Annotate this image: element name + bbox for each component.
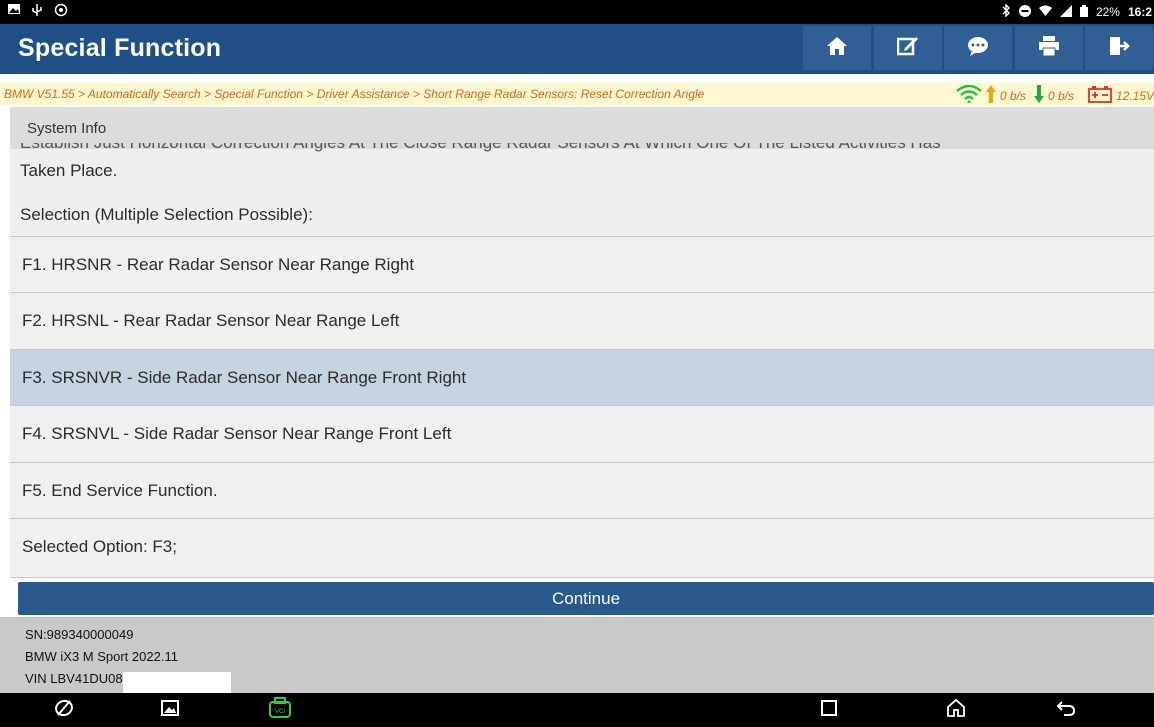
wifi-icon — [1038, 5, 1052, 20]
download-rate: 0 b/s — [1047, 88, 1074, 103]
settings-notification-icon — [54, 3, 68, 20]
back-button[interactable] — [1054, 699, 1078, 721]
gallery-button[interactable] — [158, 699, 182, 721]
car-battery-icon — [1088, 85, 1112, 106]
recents-icon — [821, 699, 837, 721]
upload-rate: 0 b/s — [999, 88, 1026, 103]
selected-option-row: Selected Option: F3; — [10, 518, 1154, 578]
clock: 16:2 — [1127, 5, 1152, 19]
description-truncated: Establish Just Horizontal Correction Ang… — [20, 143, 1140, 152]
selection-hint: Selection (Multiple Selection Possible): — [20, 205, 313, 224]
feedback-icon — [967, 36, 989, 61]
navigation-bar: VCI — [0, 693, 1154, 727]
vehicle-model: BMW iX3 M Sport 2022.11 — [25, 649, 178, 664]
home-nav-button[interactable] — [944, 698, 968, 723]
page-title: Special Function — [18, 34, 222, 62]
option-f2[interactable]: F2. HRSNL - Rear Radar Sensor Near Range… — [10, 292, 1154, 348]
section-label: System Info — [27, 120, 107, 137]
breadcrumb: BMW V51.55 > Automatically Search > Spec… — [0, 83, 1154, 105]
download-arrow-icon — [1033, 85, 1044, 106]
exit-icon — [1108, 36, 1130, 61]
feedback-button[interactable] — [944, 26, 1012, 70]
vehicle-info-footer: SN:989340000049 BMW iX3 M Sport 2022.11 … — [0, 617, 1154, 695]
vci-icon: VCI — [268, 696, 292, 724]
upload-arrow-icon — [985, 85, 996, 106]
battery-icon — [1079, 4, 1088, 20]
bluetooth-icon — [1001, 3, 1011, 20]
home-outline-icon — [946, 698, 966, 723]
selected-option-text: Selected Option: F3; — [22, 537, 177, 556]
home-button[interactable] — [803, 26, 871, 70]
print-icon — [1038, 35, 1060, 61]
serial-number: SN:989340000049 — [25, 627, 134, 642]
assistant-icon — [54, 698, 74, 723]
wifi-signal-icon — [956, 84, 982, 106]
exit-button[interactable] — [1085, 26, 1153, 70]
description-text: Taken Place. — [20, 161, 118, 180]
svg-text:VCI: VCI — [275, 709, 285, 715]
back-icon — [1056, 699, 1076, 722]
option-f3[interactable]: F3. SRSNVR - Side Radar Sensor Near Rang… — [10, 349, 1154, 405]
main-content[interactable]: System Info Establish Just Horizontal Co… — [10, 107, 1154, 578]
connection-stats: 0 b/s 0 b/s 12.15V — [956, 84, 1154, 106]
print-button[interactable] — [1015, 26, 1083, 70]
app-header: Special Function — [0, 24, 1154, 74]
dnd-icon — [1018, 4, 1031, 20]
edit-button[interactable] — [874, 26, 942, 70]
vin-redaction — [123, 672, 231, 693]
signal-icon — [1059, 4, 1072, 20]
status-bar: 22% 16:2 — [0, 0, 1154, 24]
home-icon — [826, 36, 848, 61]
gallery-icon — [161, 699, 179, 721]
battery-voltage: 12.15V — [1115, 88, 1154, 103]
recents-button[interactable] — [817, 699, 841, 721]
continue-button[interactable]: Continue — [18, 582, 1154, 615]
usb-icon — [30, 3, 44, 20]
gallery-notification-icon — [8, 3, 20, 20]
edit-icon — [896, 36, 919, 61]
vci-button[interactable]: VCI — [268, 696, 292, 724]
option-f5[interactable]: F5. End Service Function. — [10, 462, 1154, 518]
option-f4[interactable]: F4. SRSNVL - Side Radar Sensor Near Rang… — [10, 405, 1154, 461]
assistant-button[interactable] — [52, 699, 76, 721]
breadcrumb-path: BMW V51.55 > Automatically Search > Spec… — [4, 87, 705, 101]
battery-percent: 22% — [1095, 5, 1120, 19]
option-f1[interactable]: F1. HRSNR - Rear Radar Sensor Near Range… — [10, 236, 1154, 292]
